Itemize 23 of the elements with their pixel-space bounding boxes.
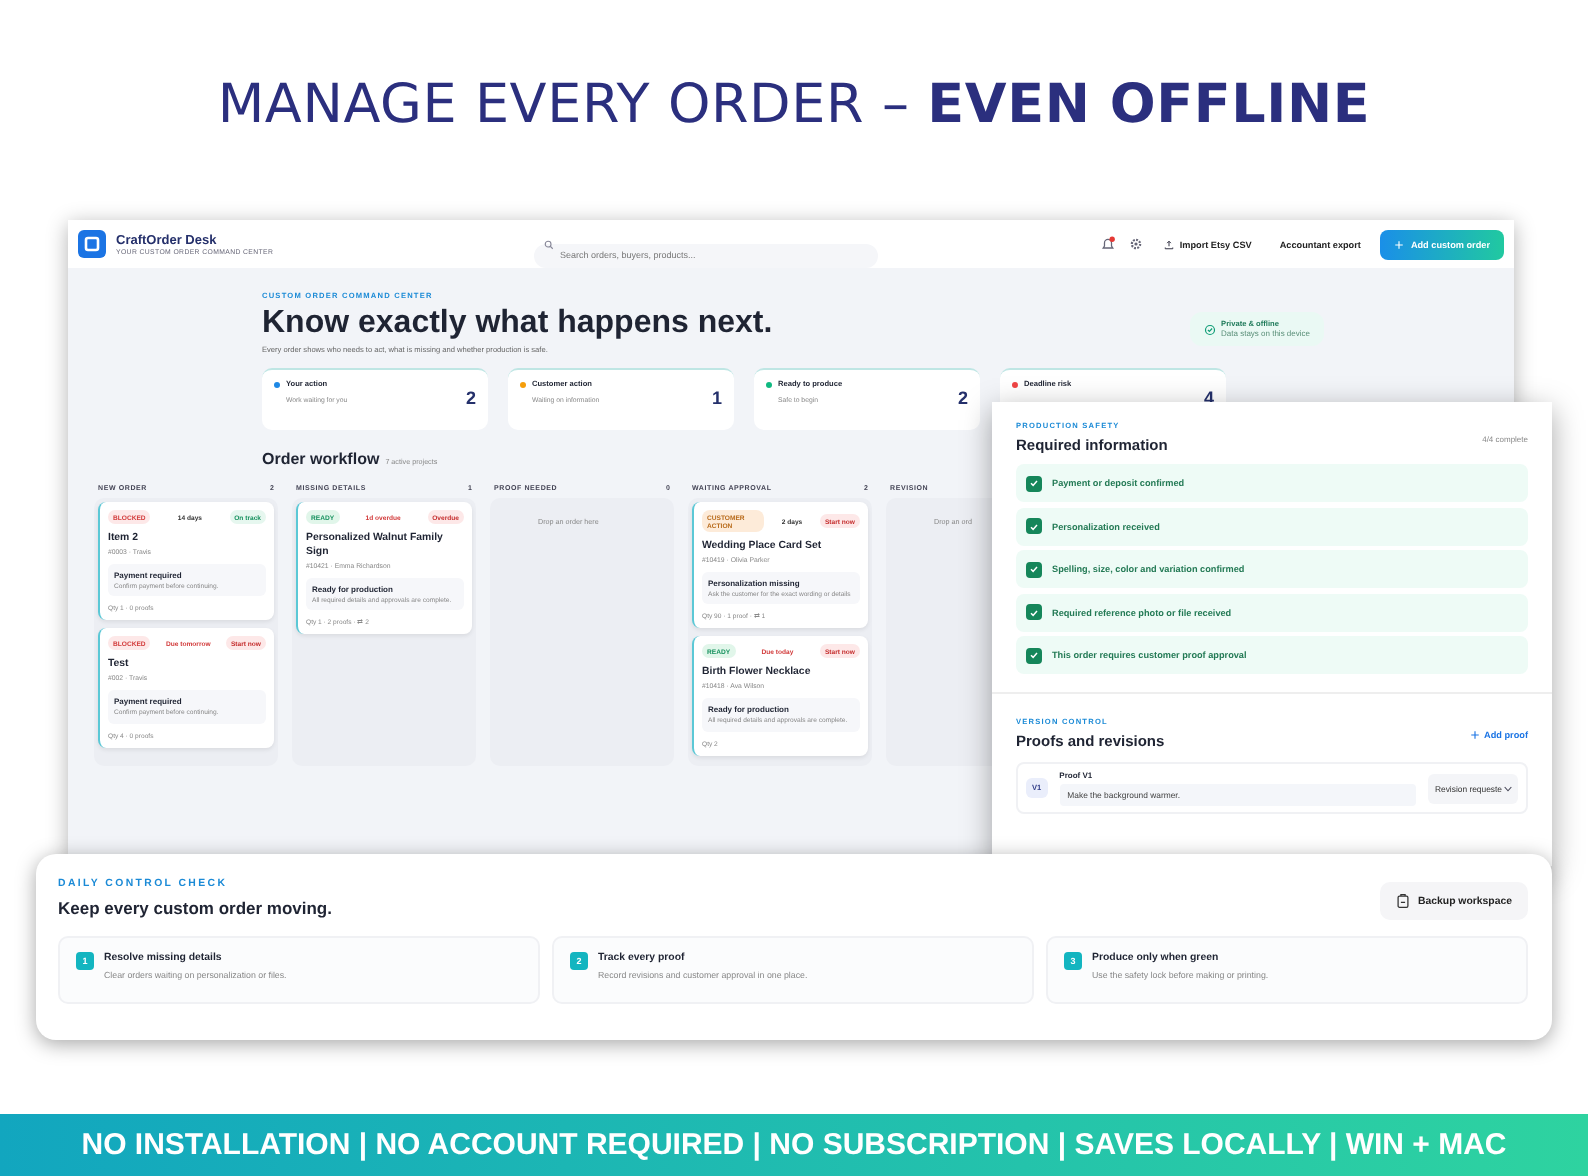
checkbox[interactable] [1026,604,1042,620]
upload-icon [1163,239,1174,249]
check-circle-icon [1203,323,1216,335]
checkbox[interactable] [1026,561,1042,577]
stat-value: 1 [711,388,722,412]
clipboard-icon [1396,894,1410,908]
caret-icon [1504,785,1512,791]
banner-text: NO INSTALLATION | NO ACCOUNT REQUIRED | NO SUBSCRIPTION | SAVES LOCALLY | WIN + MAC [81,1128,1507,1162]
headline: MANAGE EVERY ORDER – EVEN OFFLINE [217,74,1371,136]
section-title: Keep every custom order moving. [58,898,332,918]
stat-value: 2 [465,388,476,412]
bell-icon[interactable] [1099,236,1116,252]
search-icon [544,239,554,249]
checkbox[interactable] [1026,475,1042,491]
stat-value: 2 [957,388,968,412]
plus-icon [1394,239,1405,249]
workflow-title: Order workflow [262,450,380,468]
hero-title: Know exactly what happens next. [262,306,773,342]
settings-icon[interactable] [1127,236,1144,252]
plus-icon [1470,730,1481,740]
logo-icon [78,230,106,258]
checkbox[interactable] [1026,647,1042,663]
checkbox[interactable] [1026,518,1042,534]
